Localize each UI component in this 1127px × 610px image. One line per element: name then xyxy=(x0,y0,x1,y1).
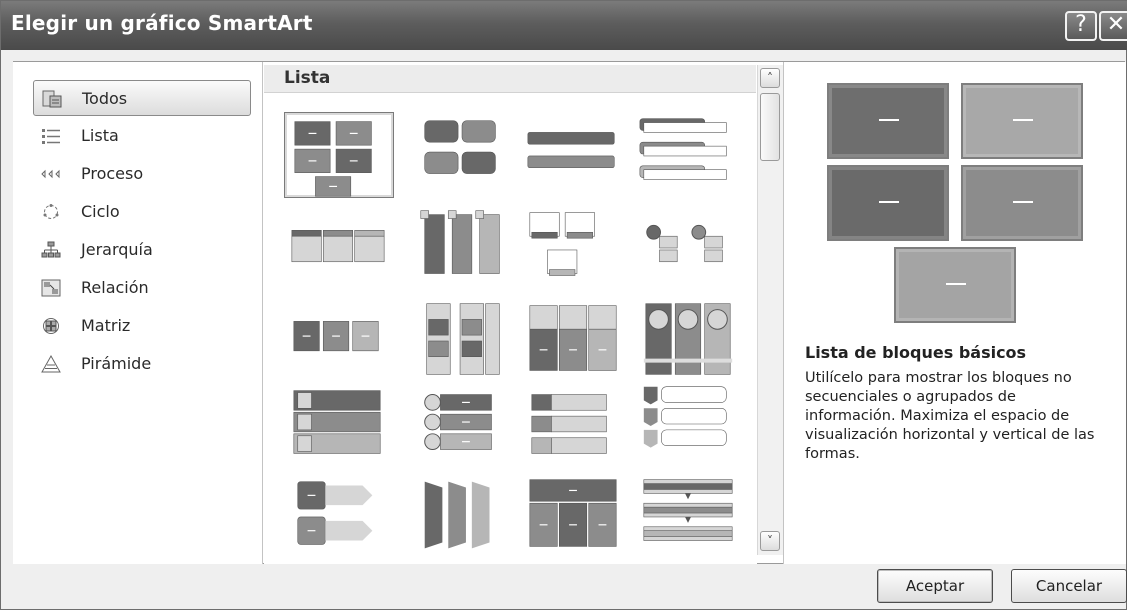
preview-block xyxy=(961,165,1083,241)
layout-tile-step-list[interactable] xyxy=(284,299,394,385)
sidebar-item-label: Relación xyxy=(81,278,149,297)
title-bar: Elegir un gráfico SmartArt ? ✕ xyxy=(1,1,1127,50)
preview-block xyxy=(961,83,1083,159)
gallery-scrollbar[interactable]: ˄ ˅ xyxy=(757,65,783,555)
sidebar-item-matriz[interactable]: Matriz xyxy=(33,308,251,344)
layout-thumbnail xyxy=(531,394,607,454)
all-icon xyxy=(42,90,62,108)
sidebar-item-ciclo[interactable]: Ciclo xyxy=(33,194,251,230)
layout-tile-lined-list[interactable] xyxy=(409,112,519,198)
layout-thumbnail xyxy=(294,121,372,197)
layout-tile-target-list[interactable] xyxy=(409,382,519,468)
help-button[interactable]: ? xyxy=(1065,11,1097,41)
layout-tile-basic-block-list[interactable] xyxy=(284,112,394,198)
layout-thumbnail xyxy=(527,132,615,169)
smartart-dialog: Elegir un gráfico SmartArt ? ✕ Todos List… xyxy=(0,0,1127,610)
preview-title: Lista de bloques básicos xyxy=(805,343,1027,362)
layout-thumbnail xyxy=(529,212,595,276)
scroll-up-button[interactable]: ˄ xyxy=(760,68,780,88)
layout-tile-table-list[interactable] xyxy=(520,299,630,385)
relationship-icon xyxy=(41,279,61,297)
layout-tile-picture-caption-list[interactable] xyxy=(520,206,630,292)
layout-thumbnail xyxy=(529,305,617,371)
scroll-thumb[interactable] xyxy=(760,93,780,161)
hierarchy-icon xyxy=(41,241,61,259)
sidebar-item-piramide[interactable]: Pirámide xyxy=(33,346,251,382)
sidebar-item-jerarquia[interactable]: Jerarquía xyxy=(33,232,251,268)
layout-thumbnail xyxy=(529,479,617,547)
sidebar-item-label: Ciclo xyxy=(81,202,120,221)
layout-thumbnail xyxy=(646,224,723,263)
layout-thumbnail xyxy=(639,118,727,180)
sidebar-item-relacion[interactable]: Relación xyxy=(33,270,251,306)
scroll-down-button[interactable]: ˅ xyxy=(760,531,780,551)
gallery-header-label: Lista xyxy=(284,68,331,88)
layout-tile-table-hierarchy[interactable] xyxy=(520,473,630,559)
layout-thumbnail xyxy=(293,321,379,352)
layout-tile-stacked-list[interactable] xyxy=(634,112,744,198)
layout-thumbnail xyxy=(291,230,385,263)
layout-thumbnail xyxy=(420,210,500,274)
layout-thumbnail xyxy=(643,386,727,448)
list-icon xyxy=(41,127,61,145)
sidebar-item-todos[interactable]: Todos xyxy=(33,80,251,116)
layout-tile-horizontal-picture-list[interactable] xyxy=(634,299,744,385)
sidebar-item-label: Jerarquía xyxy=(81,240,153,259)
layout-tile-trapezoid-list[interactable] xyxy=(520,382,630,468)
layout-tile-process-list[interactable] xyxy=(634,473,744,559)
close-button[interactable]: ✕ xyxy=(1099,11,1127,41)
layout-tile-vertical-bullet-list[interactable] xyxy=(520,112,630,198)
layout-thumbnail xyxy=(643,479,733,541)
layout-thumbnail xyxy=(293,390,381,454)
layout-tile-vertical-chevron-list[interactable] xyxy=(634,382,744,468)
layout-tile-grouped-list[interactable] xyxy=(409,299,519,385)
cancel-button[interactable]: Cancelar xyxy=(1011,569,1127,603)
sidebar-item-label: Pirámide xyxy=(81,354,152,373)
dialog-title: Elegir un gráfico SmartArt xyxy=(11,11,313,35)
process-icon xyxy=(41,165,61,183)
sidebar-item-lista[interactable]: Lista xyxy=(33,118,251,154)
layout-thumbnail xyxy=(424,120,496,174)
layout-thumbnail xyxy=(424,481,490,549)
sidebar-item-label: Proceso xyxy=(81,164,144,183)
gallery-header: Lista xyxy=(264,65,756,93)
layout-tile-vertical-block-list[interactable] xyxy=(284,382,394,468)
sidebar-item-label: Matriz xyxy=(81,316,131,335)
sidebar-item-label: Lista xyxy=(81,126,119,145)
layout-tile-horizontal-bullet-list[interactable] xyxy=(284,206,394,292)
preview-description: Utilícelo para mostrar los bloques no se… xyxy=(805,370,1095,462)
preview-block xyxy=(827,165,949,241)
layout-tile-circle-list[interactable] xyxy=(634,206,744,292)
cycle-icon xyxy=(41,203,61,221)
preview-block xyxy=(894,247,1016,323)
layout-thumbnail xyxy=(426,303,500,375)
layout-tile-pyramid-list[interactable] xyxy=(409,473,519,559)
preview-block xyxy=(827,83,949,159)
ok-button[interactable]: Aceptar xyxy=(877,569,993,603)
layout-tile-vertical-box-list[interactable] xyxy=(409,206,519,292)
layout-thumbnail xyxy=(643,303,733,375)
layout-tile-vertical-arrow-list[interactable] xyxy=(284,473,394,559)
layout-thumbnail xyxy=(424,394,492,451)
pyramid-icon xyxy=(41,354,61,373)
layout-thumbnail xyxy=(297,481,373,545)
sidebar-item-proceso[interactable]: Proceso xyxy=(33,156,251,192)
sidebar-item-label: Todos xyxy=(82,89,128,108)
matrix-icon xyxy=(41,317,61,335)
